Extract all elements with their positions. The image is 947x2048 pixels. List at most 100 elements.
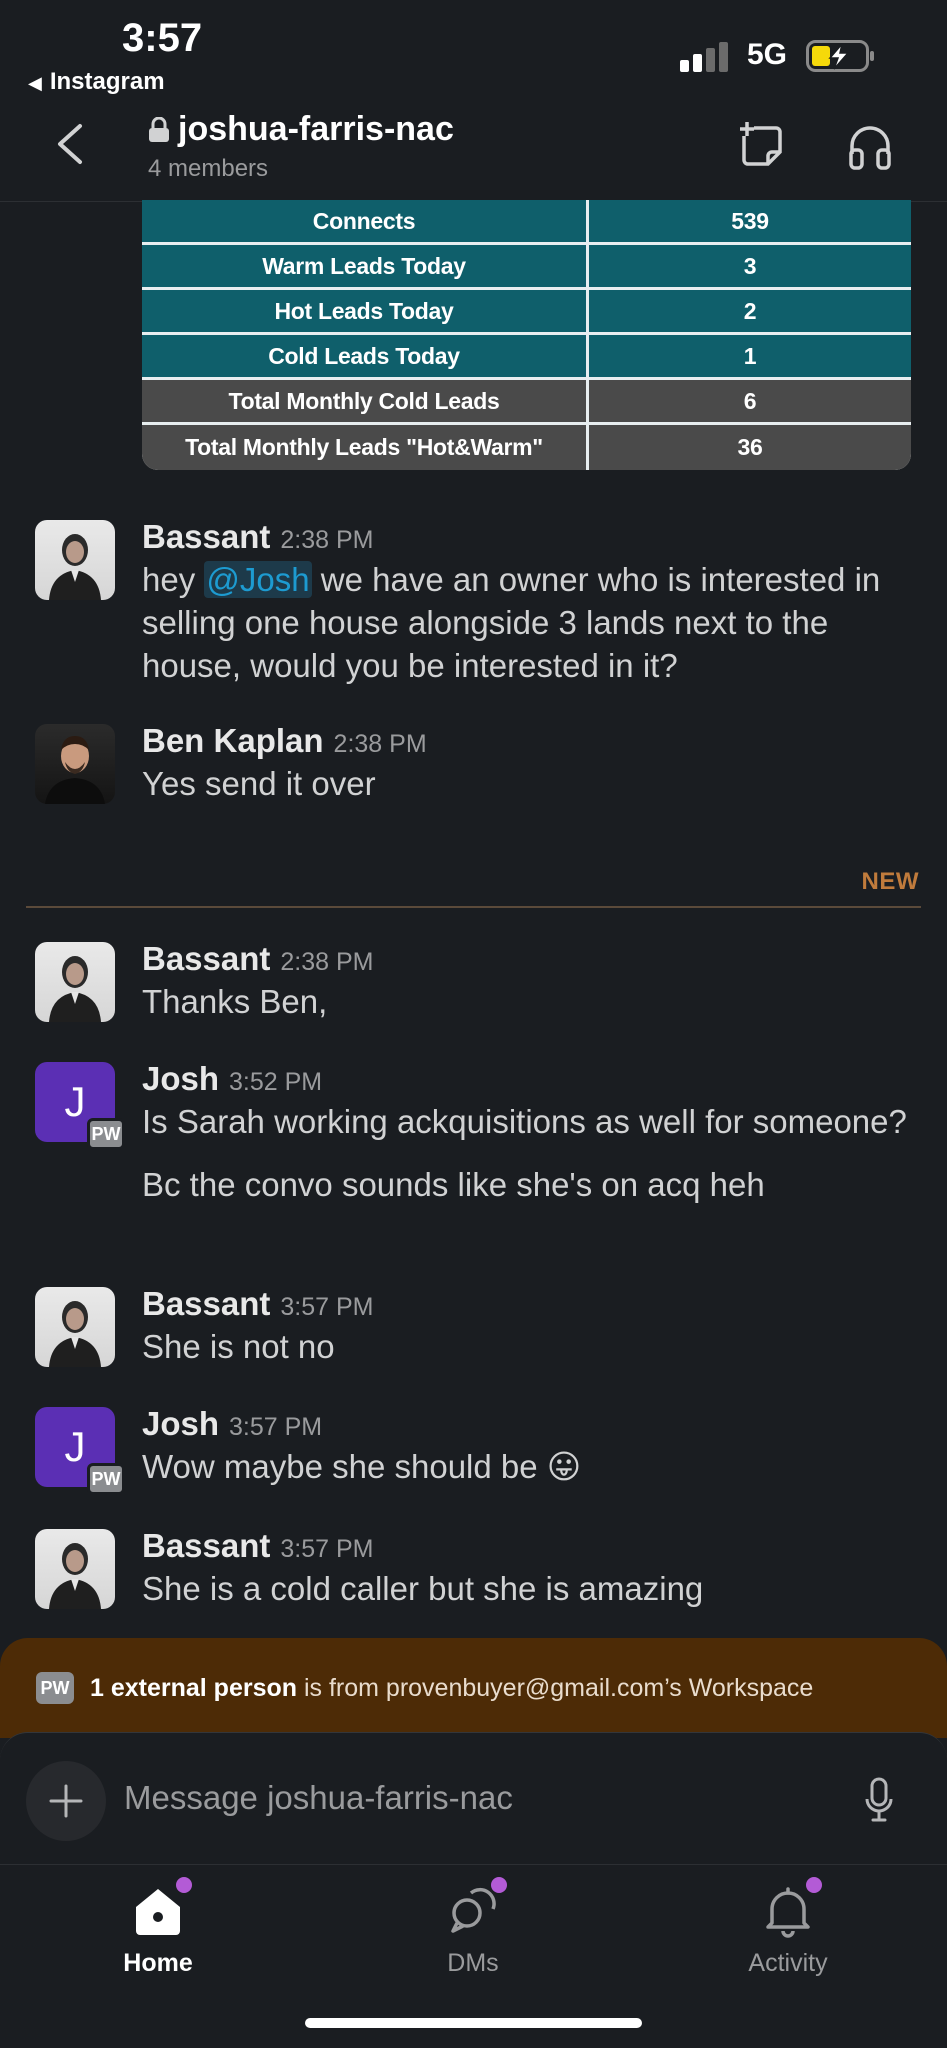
message-text: Thanks Ben, bbox=[142, 983, 328, 1020]
table-row: Connects 539 bbox=[142, 200, 911, 245]
message-text: Yes send it over bbox=[142, 765, 376, 802]
avatar[interactable] bbox=[35, 1287, 115, 1367]
tab-home[interactable]: Home bbox=[78, 1877, 238, 1978]
external-banner-rest: is from provenbuyer@gmail.com’s Workspac… bbox=[297, 1673, 814, 1702]
add-attachment-button[interactable] bbox=[26, 1761, 106, 1841]
notification-dot bbox=[806, 1877, 822, 1893]
table-cell-label: Total Monthly Leads "Hot&Warm" bbox=[142, 425, 589, 470]
table-cell-value: 36 bbox=[589, 425, 911, 470]
microphone-icon[interactable] bbox=[864, 1777, 894, 1823]
notification-dot bbox=[176, 1877, 192, 1893]
author-name[interactable]: Bassant bbox=[142, 940, 270, 978]
message-body: Josh 3:57 PM Wow maybe she should be 😛 bbox=[142, 1405, 907, 1488]
channel-title: joshua-farris-nac bbox=[148, 110, 454, 149]
channel-header: joshua-farris-nac 4 members bbox=[0, 100, 947, 202]
tab-label: DMs bbox=[447, 1949, 499, 1977]
table-cell-label: Total Monthly Cold Leads bbox=[142, 380, 589, 422]
tab-label: Activity bbox=[748, 1949, 828, 1977]
home-indicator[interactable] bbox=[305, 2018, 642, 2028]
leads-report-image[interactable]: Connects 539 Warm Leads Today 3 Hot Lead… bbox=[142, 200, 911, 470]
message-text: Bc the convo sounds like she's on acq he… bbox=[142, 1166, 765, 1203]
avatar[interactable]: J PW bbox=[35, 1062, 125, 1150]
message-time: 2:38 PM bbox=[280, 526, 374, 554]
table-cell-value: 539 bbox=[589, 200, 911, 242]
table-cell-label: Warm Leads Today bbox=[142, 245, 589, 287]
message-body: Ben Kaplan 2:38 PM Yes send it over bbox=[142, 722, 907, 805]
message-text: She is not no bbox=[142, 1328, 335, 1365]
external-count: 1 external person bbox=[90, 1673, 298, 1702]
avatar[interactable] bbox=[35, 520, 115, 600]
author-name[interactable]: Bassant bbox=[142, 1285, 270, 1323]
new-messages-divider bbox=[26, 906, 921, 908]
avatar-letter: J bbox=[64, 1423, 86, 1470]
table-row: Warm Leads Today 3 bbox=[142, 245, 911, 290]
user-photo-icon bbox=[49, 1543, 101, 1609]
avatar[interactable] bbox=[35, 1529, 115, 1609]
signal-icon bbox=[680, 42, 728, 72]
user-photo-icon bbox=[49, 956, 101, 1022]
headphones-icon[interactable] bbox=[848, 124, 892, 170]
message-time: 3:57 PM bbox=[280, 1293, 374, 1321]
new-messages-label: NEW bbox=[861, 868, 919, 895]
status-bar: 3:57 ◀ Instagram 5G bbox=[0, 0, 947, 100]
table-cell-label: Connects bbox=[142, 200, 589, 242]
message-text: hey @Josh we have an owner who is intere… bbox=[142, 558, 907, 687]
table-cell-label: Cold Leads Today bbox=[142, 335, 589, 377]
user-photo-icon bbox=[49, 1301, 101, 1367]
status-time: 3:57 bbox=[122, 16, 203, 60]
message-input[interactable]: Message joshua-farris-nac bbox=[124, 1779, 513, 1817]
table-row: Cold Leads Today 1 bbox=[142, 335, 911, 380]
avatar[interactable] bbox=[35, 942, 115, 1022]
avatar[interactable]: J PW bbox=[35, 1407, 125, 1495]
table-cell-value: 2 bbox=[589, 290, 911, 332]
message-body: Bassant 3:57 PM She is not no bbox=[142, 1285, 907, 1368]
avatar[interactable] bbox=[35, 724, 115, 804]
table-row: Total Monthly Leads "Hot&Warm" 36 bbox=[142, 425, 911, 470]
table-row: Hot Leads Today 2 bbox=[142, 290, 911, 335]
message-time: 2:38 PM bbox=[280, 948, 374, 976]
user-photo-icon bbox=[49, 534, 101, 600]
battery-charging-icon bbox=[806, 40, 874, 72]
tab-activity[interactable]: Activity bbox=[708, 1877, 868, 1978]
message-text: Is Sarah working ackquisitions as well f… bbox=[142, 1103, 907, 1140]
external-people-banner[interactable]: PW 1 external person is from provenbuyer… bbox=[0, 1638, 947, 1738]
back-triangle-icon: ◀ bbox=[28, 73, 42, 93]
avatar-letter: J bbox=[64, 1078, 86, 1125]
plus-icon bbox=[49, 1784, 83, 1818]
author-name[interactable]: Josh bbox=[142, 1060, 219, 1098]
author-name[interactable]: Josh bbox=[142, 1405, 219, 1443]
table-cell-value: 6 bbox=[589, 380, 911, 422]
tab-dms[interactable]: DMs bbox=[393, 1877, 553, 1978]
external-org-badge: PW bbox=[36, 1672, 74, 1704]
back-app-label: Instagram bbox=[49, 68, 165, 95]
table-cell-value: 1 bbox=[589, 335, 911, 377]
table-cell-value: 3 bbox=[589, 245, 911, 287]
back-chevron-icon[interactable] bbox=[50, 120, 90, 168]
message-body: Bassant 2:38 PM Thanks Ben, bbox=[142, 940, 907, 1023]
author-name[interactable]: Ben Kaplan bbox=[142, 722, 324, 760]
message-time: 3:52 PM bbox=[229, 1068, 323, 1096]
message-body: Bassant 3:57 PM She is a cold caller but … bbox=[142, 1527, 907, 1610]
notification-dot bbox=[491, 1877, 507, 1893]
external-org-badge: PW bbox=[87, 1463, 125, 1495]
message-time: 2:38 PM bbox=[333, 730, 427, 758]
message-time: 3:57 PM bbox=[280, 1535, 374, 1563]
user-mention-link[interactable]: @Josh bbox=[204, 561, 312, 598]
tab-label: Home bbox=[123, 1949, 193, 1977]
back-to-app-link[interactable]: ◀ Instagram bbox=[28, 68, 165, 96]
table-cell-label: Hot Leads Today bbox=[142, 290, 589, 332]
canvas-add-icon[interactable] bbox=[738, 122, 786, 170]
message-body: Bassant 2:38 PM hey @Josh we have an owne… bbox=[142, 518, 907, 687]
author-name[interactable]: Bassant bbox=[142, 1527, 270, 1565]
member-count: 4 members bbox=[148, 155, 269, 182]
message-body: Josh 3:52 PM Is Sarah working ackquisitio… bbox=[142, 1060, 907, 1206]
author-name[interactable]: Bassant bbox=[142, 518, 270, 556]
network-label: 5G bbox=[747, 38, 788, 71]
message-text-part: hey bbox=[142, 561, 205, 598]
lock-icon bbox=[149, 116, 169, 142]
external-banner-text: 1 external person is from provenbuyer@gm… bbox=[90, 1674, 813, 1703]
user-photo-icon bbox=[45, 736, 105, 804]
message-text: Wow maybe she should be 😛 bbox=[142, 1448, 582, 1485]
channel-title-area[interactable]: joshua-farris-nac 4 members bbox=[148, 110, 454, 183]
external-org-badge: PW bbox=[87, 1118, 125, 1150]
